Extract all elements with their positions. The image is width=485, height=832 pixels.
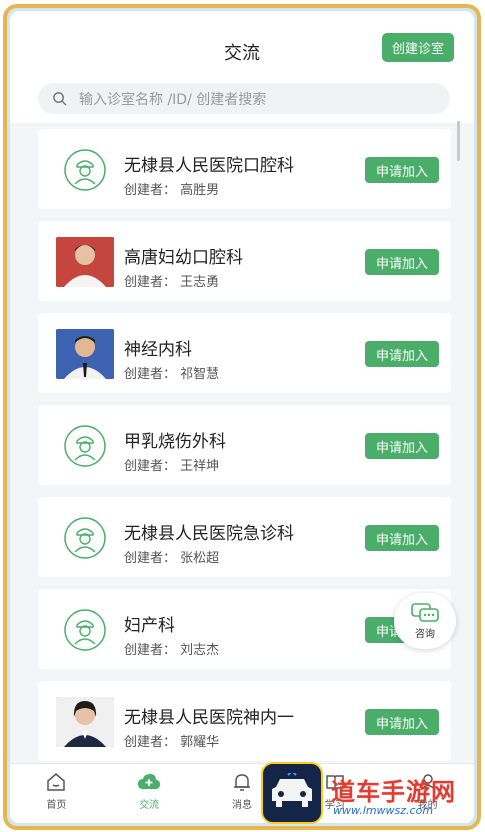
tab-home[interactable]: 首页	[10, 764, 103, 823]
clinic-creator: 创建者： 王志勇	[124, 275, 220, 290]
doctor-photo	[56, 237, 114, 287]
watermark-url: www.lmwwsz.com	[333, 804, 434, 817]
consult-button[interactable]: 咨询	[394, 593, 456, 649]
clinic-card[interactable]: 无棣县人民医院急诊科 创建者： 张松超 申请加入	[38, 497, 451, 577]
clinic-creator: 创建者： 郭耀华	[124, 735, 220, 750]
clinic-creator: 创建者： 祁智慧	[124, 367, 220, 382]
clinic-card[interactable]: 妇产科 创建者： 刘志杰 申请加入	[38, 589, 451, 669]
clinic-name: 神经内科	[124, 340, 192, 360]
doctor-photo	[56, 697, 114, 747]
clinic-creator: 创建者： 高胜男	[124, 183, 220, 198]
tab-label: 消息	[231, 800, 252, 811]
clinic-name: 甲乳烧伤外科	[124, 432, 226, 452]
default-doctor-icon	[56, 513, 114, 563]
create-clinic-button[interactable]: 创建诊室	[382, 33, 454, 62]
clinic-name: 高唐妇幼口腔科	[124, 248, 243, 268]
device-frame: 交流 创建诊室 输入诊室名称 /ID/ 创建者搜索 无棣县人民医院口腔科 创建者…	[3, 4, 481, 830]
join-button[interactable]: 申请加入	[365, 709, 439, 735]
clinic-creator: 创建者： 张松超	[124, 551, 220, 566]
tab-label: 交流	[139, 800, 160, 811]
clinic-card[interactable]: 神经内科 创建者： 祁智慧 申请加入	[38, 313, 451, 393]
tab-exchange[interactable]: 交流	[103, 764, 196, 823]
bell-icon	[233, 774, 250, 791]
search-bar: 输入诊室名称 /ID/ 创建者搜索	[10, 75, 474, 123]
consult-label: 咨询	[415, 628, 435, 640]
app-screen: 交流 创建诊室 输入诊室名称 /ID/ 创建者搜索 无棣县人民医院口腔科 创建者…	[10, 11, 474, 823]
clinic-name: 无棣县人民医院急诊科	[124, 524, 294, 544]
default-doctor-icon	[56, 605, 114, 655]
watermark-text: 道车手游网	[331, 778, 456, 806]
search-icon	[53, 92, 67, 106]
clinic-card[interactable]: 无棣县人民医院口腔科 创建者： 高胜男 申请加入	[38, 129, 451, 209]
clinic-creator: 创建者： 王祥坤	[124, 459, 220, 474]
search-placeholder: 输入诊室名称 /ID/ 创建者搜索	[79, 91, 267, 108]
search-input[interactable]: 输入诊室名称 /ID/ 创建者搜索	[38, 83, 450, 114]
join-button[interactable]: 申请加入	[365, 433, 439, 459]
clinic-name: 无棣县人民医院口腔科	[124, 156, 294, 176]
car-logo-icon	[261, 762, 323, 824]
clinic-card[interactable]: 无棣县人民医院神内一 创建者： 郭耀华 申请加入	[38, 681, 451, 761]
clinic-card[interactable]: 高唐妇幼口腔科 创建者： 王志勇 申请加入	[38, 221, 451, 301]
cloud-plus-icon	[138, 774, 161, 789]
chat-bubbles-icon	[411, 602, 439, 622]
top-bar: 交流 创建诊室	[10, 11, 474, 75]
default-doctor-icon	[56, 421, 114, 471]
join-button[interactable]: 申请加入	[365, 157, 439, 183]
tab-label: 首页	[46, 800, 67, 811]
clinic-name: 妇产科	[124, 616, 175, 636]
clinic-name: 无棣县人民医院神内一	[124, 708, 294, 728]
default-doctor-icon	[56, 145, 114, 195]
join-button[interactable]: 申请加入	[365, 341, 439, 367]
site-watermark: 道车手游网 www.lmwwsz.com	[255, 752, 485, 832]
home-icon	[47, 773, 66, 791]
join-button[interactable]: 申请加入	[365, 249, 439, 275]
doctor-photo	[56, 329, 114, 379]
scrollbar[interactable]	[457, 121, 460, 161]
clinic-creator: 创建者： 刘志杰	[124, 643, 220, 658]
clinic-card[interactable]: 甲乳烧伤外科 创建者： 王祥坤 申请加入	[38, 405, 451, 485]
join-button[interactable]: 申请加入	[365, 525, 439, 551]
